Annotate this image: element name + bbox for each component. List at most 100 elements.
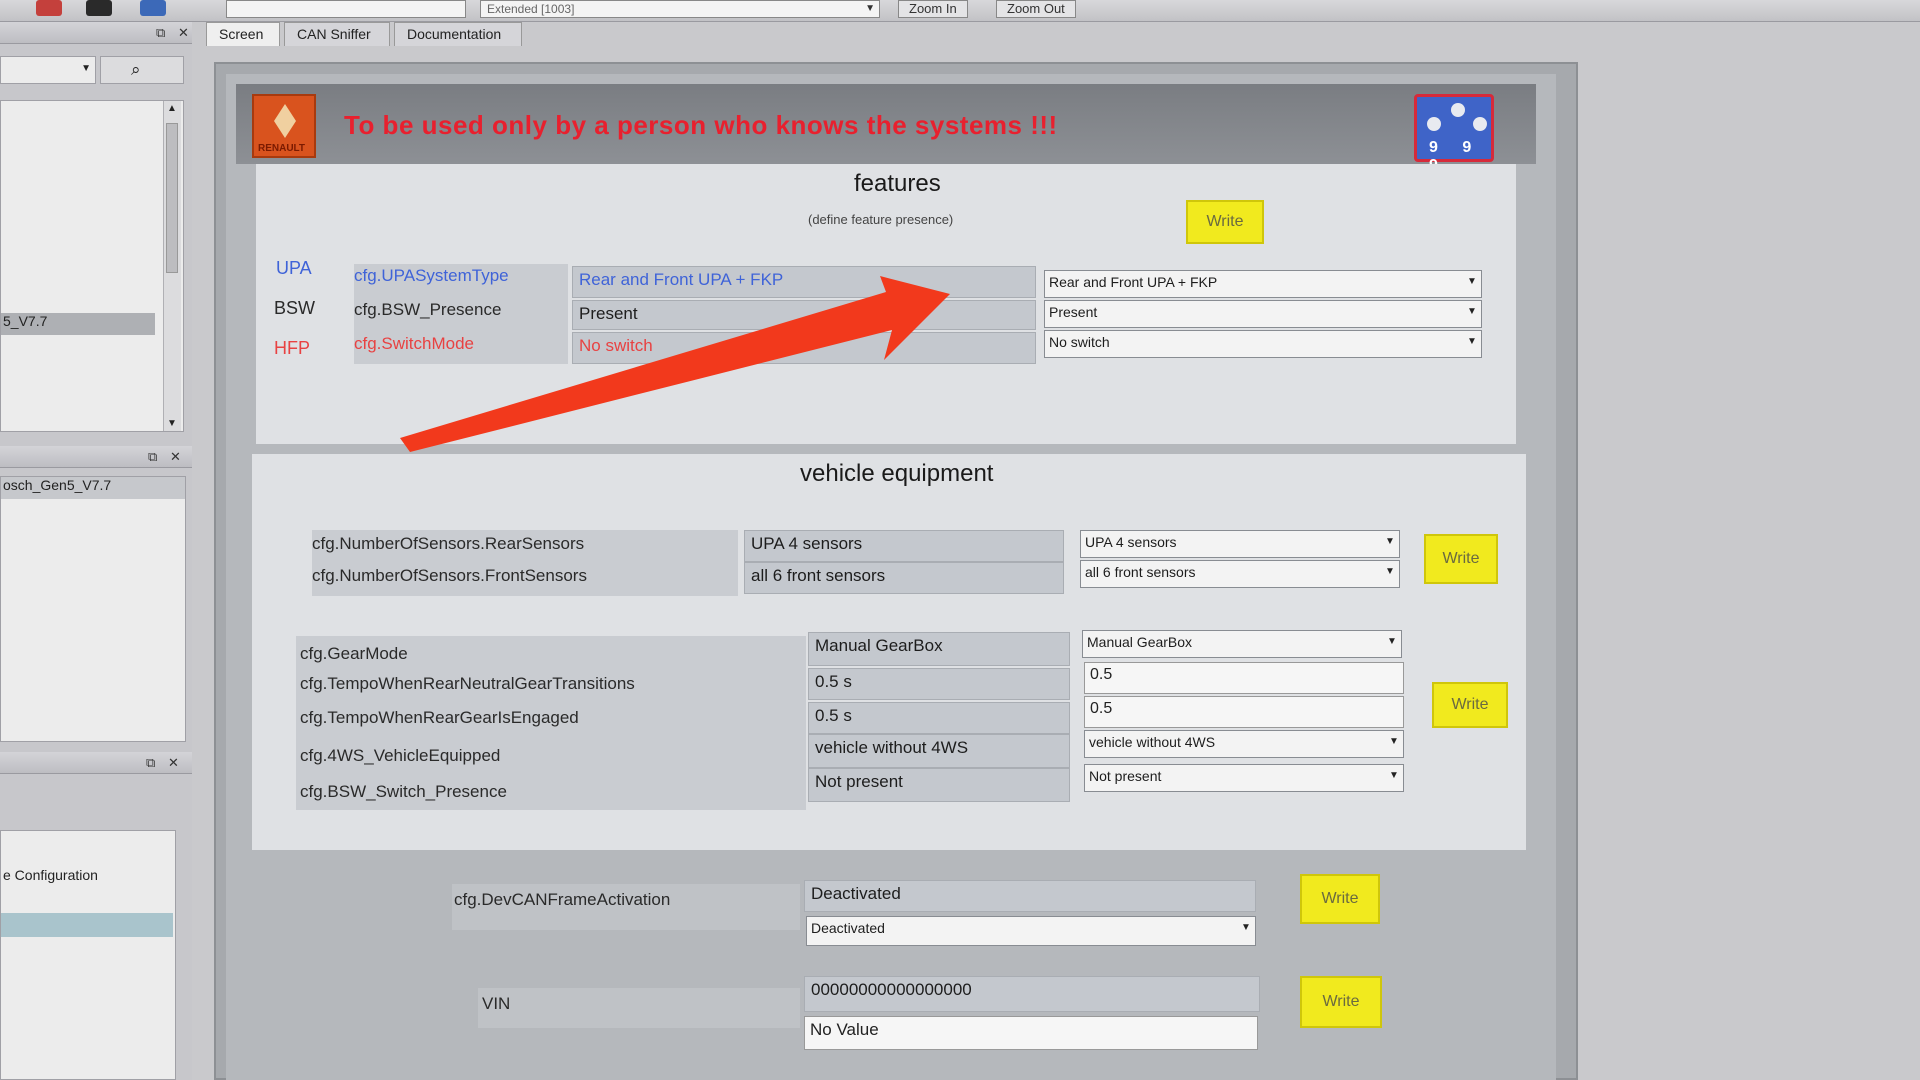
combo-bsw-presence[interactable]: Present ▼ [1044, 300, 1482, 328]
combo-bsw-switch-value: Not present [1089, 768, 1162, 784]
left-dock: ⧉ ✕ ▼ ⌕ 5_V7.7 ▲ ▼ ⧉ ✕ osch_Gen5_V7.7 ⧉ … [0, 22, 192, 1080]
list-item[interactable]: 5_V7.7 [1, 313, 155, 335]
combo-front-sensors[interactable]: all 6 front sensors ▼ [1080, 560, 1400, 588]
vin-input[interactable]: No Value [804, 1016, 1258, 1050]
panel1-search-button[interactable]: ⌕ [100, 56, 184, 84]
features-write-button[interactable]: Write [1186, 200, 1264, 244]
close-icon[interactable]: ✕ [168, 755, 179, 771]
toolbar-combo-right-value: Extended [1003] [487, 2, 575, 16]
combo-rear-sensors[interactable]: UPA 4 sensors ▼ [1080, 530, 1400, 558]
combo-devcan[interactable]: Deactivated ▼ [806, 916, 1256, 946]
combo-gear-mode[interactable]: Manual GearBox ▼ [1082, 630, 1402, 658]
chevron-down-icon[interactable]: ▼ [1383, 563, 1397, 581]
param-switch-mode: cfg.SwitchMode [354, 334, 474, 353]
param-tempo-engaged: cfg.TempoWhenRearGearIsEngaged [300, 708, 579, 727]
value-devcan: Deactivated [804, 880, 1256, 912]
chevron-down-icon[interactable]: ▼ [1239, 919, 1253, 937]
features-subtitle: (define feature presence) [808, 212, 954, 227]
vin-value: 00000000000000000 [804, 976, 1260, 1012]
toolbar-combo-left[interactable] [226, 0, 466, 18]
param-tempo-neutral: cfg.TempoWhenRearNeutralGearTransitions [300, 674, 635, 693]
combo-upa-system-type-value: Rear and Front UPA + FKP [1049, 274, 1218, 290]
panel1-scrollbar[interactable]: ▲ ▼ [163, 101, 181, 431]
value-switch-mode: No switch [572, 332, 1036, 364]
panel2-title: ⧉ ✕ [0, 446, 192, 468]
tab-screen[interactable]: Screen [206, 22, 280, 46]
tag-upa: UPA [276, 258, 312, 278]
chevron-down-icon[interactable]: ▼ [1465, 303, 1479, 321]
combo-gear-mode-value: Manual GearBox [1087, 634, 1193, 650]
value-bsw-switch: Not present [808, 768, 1070, 802]
tab-documentation[interactable]: Documentation [394, 22, 522, 46]
combo-upa-system-type[interactable]: Rear and Front UPA + FKP ▼ [1044, 270, 1482, 298]
chevron-down-icon[interactable]: ▼ [1387, 733, 1401, 751]
devcan-write-button[interactable]: Write [1300, 874, 1380, 924]
param-devcan: cfg.DevCANFrameActivation [454, 890, 671, 909]
tag-bsw: BSW [274, 298, 316, 318]
restore-icon[interactable]: ⧉ [148, 449, 157, 465]
zoom-in-button[interactable]: Zoom In [898, 0, 968, 18]
window-icon[interactable] [86, 0, 112, 16]
renault-logo: RENAULT [252, 94, 316, 158]
device-icon[interactable] [140, 0, 166, 16]
chevron-down-icon[interactable]: ▼ [1383, 533, 1397, 551]
chevron-down-icon[interactable]: ▼ [1465, 273, 1479, 291]
list-item[interactable]: osch_Gen5_V7.7 [1, 477, 185, 499]
app-icon[interactable] [36, 0, 62, 16]
value-tempo-engaged: 0.5 s [808, 702, 1070, 734]
param-bsw-switch: cfg.BSW_Switch_Presence [300, 782, 507, 801]
restore-icon[interactable]: ⧉ [146, 755, 155, 771]
panel1-combo[interactable]: ▼ [0, 56, 96, 84]
close-icon[interactable]: ✕ [170, 449, 181, 465]
warning-text: To be used only by a person who knows th… [344, 110, 1058, 140]
value-upa-system-type: Rear and Front UPA + FKP [572, 266, 1036, 298]
gear-write-button[interactable]: Write [1432, 682, 1508, 728]
tab-can-sniffer[interactable]: CAN Sniffer [284, 22, 390, 46]
vehicle-equipment-title: vehicle equipment [800, 460, 994, 487]
list-item-selected[interactable] [1, 913, 173, 937]
param-front-sensors: cfg.NumberOfSensors.FrontSensors [312, 566, 587, 585]
panel3-list: e Configuration [0, 830, 176, 1080]
param-bsw-presence: cfg.BSW_Presence [354, 300, 502, 319]
input-tempo-engaged[interactable]: 0.5 [1084, 696, 1404, 728]
value-gear-mode: Manual GearBox [808, 632, 1070, 666]
zoom-out-button[interactable]: Zoom Out [996, 0, 1076, 18]
combo-bsw-switch[interactable]: Not present ▼ [1084, 764, 1404, 792]
combo-rear-sensors-value: UPA 4 sensors [1085, 534, 1177, 550]
logo-diamond-icon [274, 104, 296, 138]
toolbar-combo-right[interactable]: Extended [1003] ▼ [480, 0, 880, 18]
chevron-down-icon[interactable]: ▼ [1385, 633, 1399, 651]
dial-icon [1451, 103, 1465, 117]
vin-write-button[interactable]: Write [1300, 976, 1382, 1028]
search-icon: ⌕ [131, 60, 141, 79]
scroll-thumb[interactable] [166, 123, 178, 273]
chevron-down-icon[interactable]: ▼ [1465, 333, 1479, 351]
list-item[interactable]: e Configuration [1, 867, 173, 891]
value-tempo-neutral: 0.5 s [808, 668, 1070, 700]
sensors-write-button[interactable]: Write [1424, 534, 1498, 584]
chevron-down-icon[interactable]: ▼ [167, 418, 177, 429]
value-4ws: vehicle without 4WS [808, 734, 1070, 768]
tag-hfp: HFP [274, 338, 310, 358]
dial-icon [1427, 117, 1441, 131]
chevron-down-icon: ▼ [865, 3, 875, 14]
top-toolbar: Extended [1003] ▼ Zoom In Zoom Out [0, 0, 1920, 22]
vin-label-box [478, 988, 800, 1028]
value-front-sensors: all 6 front sensors [744, 562, 1064, 594]
chevron-up-icon[interactable]: ▲ [167, 103, 177, 114]
param-gear-mode: cfg.GearMode [300, 644, 408, 663]
combo-switch-mode[interactable]: No switch ▼ [1044, 330, 1482, 358]
panel1-title: ⧉ ✕ [0, 22, 192, 44]
chevron-down-icon[interactable]: ▼ [1387, 767, 1401, 785]
close-icon[interactable]: ✕ [178, 25, 189, 41]
combo-4ws[interactable]: vehicle without 4WS ▼ [1084, 730, 1404, 758]
panel2-list: osch_Gen5_V7.7 [0, 476, 186, 742]
restore-icon[interactable]: ⧉ [156, 25, 165, 41]
dial-icon [1473, 117, 1487, 131]
combo-4ws-value: vehicle without 4WS [1089, 734, 1216, 750]
combo-devcan-value: Deactivated [811, 920, 885, 936]
chevron-down-icon: ▼ [81, 63, 91, 74]
tool-icon[interactable]: 9 9 9 [1414, 94, 1494, 174]
input-tempo-neutral[interactable]: 0.5 [1084, 662, 1404, 694]
param-upa-system-type: cfg.UPASystemType [354, 266, 509, 285]
